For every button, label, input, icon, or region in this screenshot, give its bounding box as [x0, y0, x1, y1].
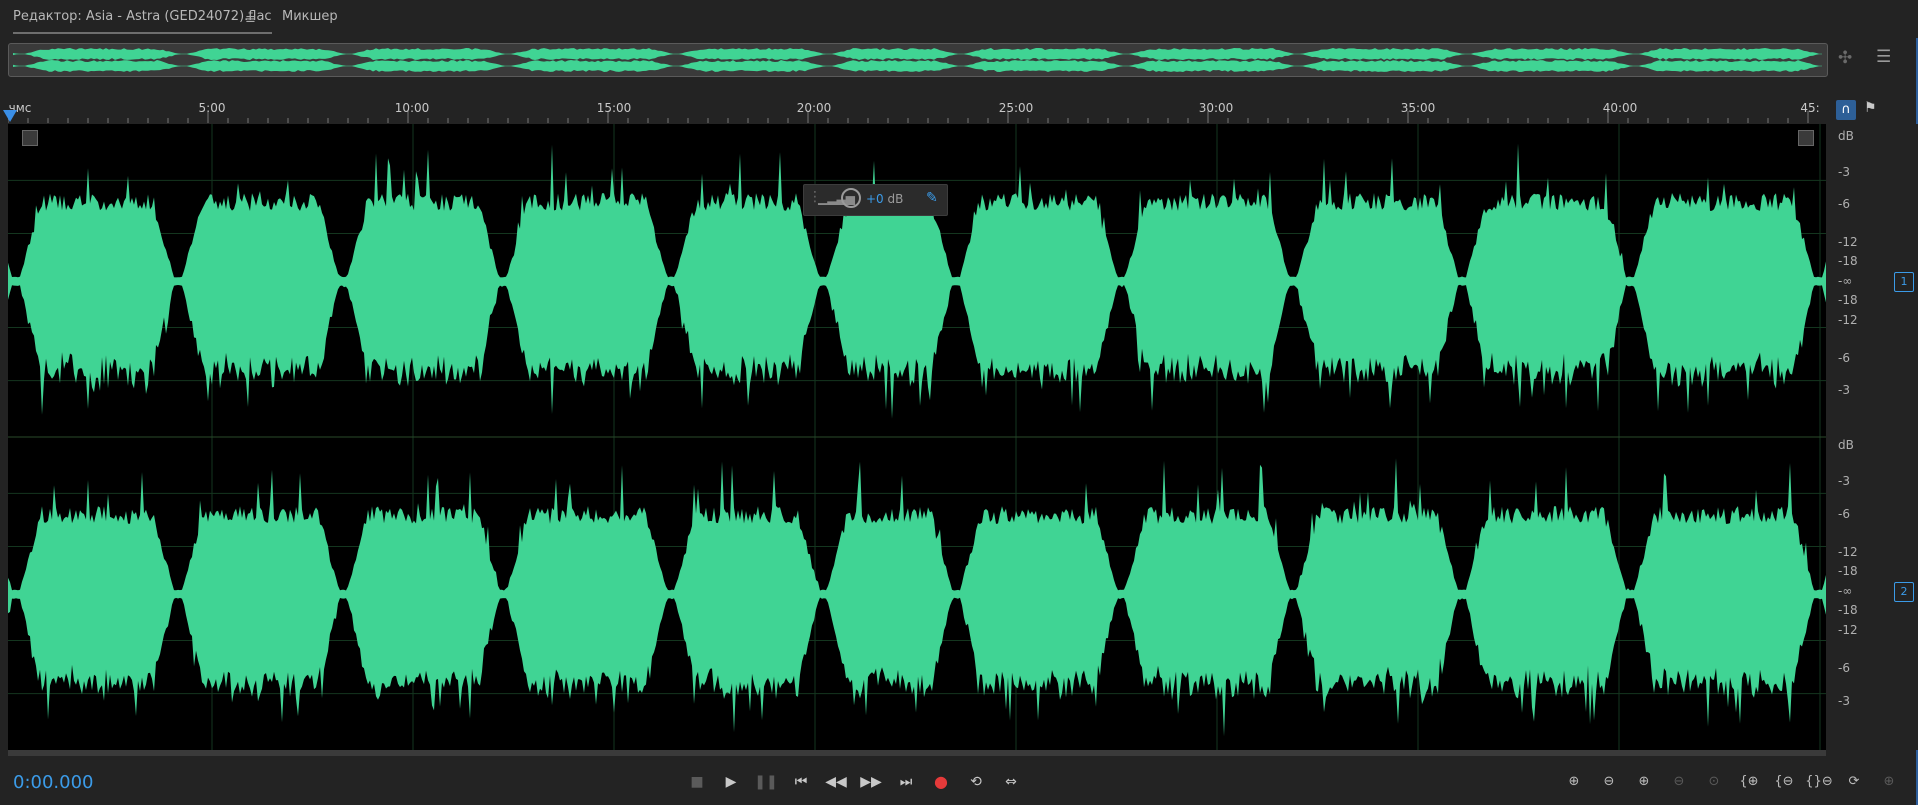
panel-menu-icon[interactable]: ☰ — [1876, 47, 1891, 67]
play-button[interactable]: ▶ — [718, 770, 744, 794]
db-tick: -6 — [1838, 507, 1850, 521]
db-tick: -12 — [1838, 235, 1858, 249]
rewind-button[interactable]: ◀◀ — [823, 770, 849, 794]
ruler-label: 45: — [1800, 101, 1820, 115]
waveform-channels — [8, 124, 1826, 750]
tab-editor[interactable]: Редактор: Asia - Astra (GED24072).flac — [13, 9, 272, 34]
ruler-label: 25:00 — [998, 101, 1034, 115]
db-tick: -6 — [1838, 661, 1850, 675]
playhead-marker[interactable] — [3, 110, 17, 122]
horizontal-scrollbar[interactable] — [8, 750, 1826, 756]
headphones-icon[interactable]: ∩ — [1836, 100, 1856, 120]
zoom-in-left-button[interactable]: {⊕ — [1735, 770, 1763, 794]
ruler-label: 5:00 — [198, 101, 226, 115]
db-unit: dB — [1838, 438, 1854, 452]
waveform-overview[interactable] — [8, 43, 1828, 77]
zoom-out-right-button[interactable]: {}⊖ — [1805, 770, 1833, 794]
db-tick: -∞ — [1838, 274, 1853, 288]
fade-in-handle[interactable] — [22, 130, 38, 146]
fade-out-handle[interactable] — [1798, 130, 1814, 146]
time-ruler[interactable]: чмс 5:00 10:00 15:00 20:00 25:00 30:00 3… — [8, 96, 1826, 123]
db-tick: -3 — [1838, 383, 1850, 397]
zoom-navigator-icon[interactable]: ✣ — [1838, 48, 1852, 68]
zoom-selection-button[interactable]: ⊙ — [1700, 770, 1728, 794]
channel-2-waveform — [8, 458, 1826, 737]
db-tick: -12 — [1838, 623, 1858, 637]
db-tick: -3 — [1838, 165, 1850, 179]
skip-selection-button[interactable]: ⇔ — [998, 770, 1024, 794]
overview-waveform — [13, 48, 1822, 72]
zoom-in-time-button[interactable]: ⊕ — [1630, 770, 1658, 794]
db-tick: -18 — [1838, 254, 1858, 268]
db-tick: -12 — [1838, 545, 1858, 559]
hud-db-value: +0 — [866, 192, 884, 206]
channel-1-badge[interactable]: 1 — [1894, 272, 1914, 292]
volume-knob-icon[interactable] — [841, 188, 861, 208]
db-tick: -18 — [1838, 293, 1858, 307]
channel-2-badge[interactable]: 2 — [1894, 582, 1914, 602]
pause-button[interactable]: ❚❚ — [753, 770, 779, 794]
db-tick: -3 — [1838, 694, 1850, 708]
zoom-disabled-button[interactable]: ⊕ — [1875, 770, 1903, 794]
skip-forward-button[interactable]: ⏭ — [893, 770, 919, 794]
loop-button[interactable]: ⟲ — [963, 770, 989, 794]
amplitude-hud[interactable]: ⋮ ▁▂▃▅ +0 dB ✎ — [803, 184, 948, 216]
overview-channel-1 — [13, 48, 1822, 60]
db-tick: -12 — [1838, 313, 1858, 327]
db-tick: -18 — [1838, 564, 1858, 578]
hud-db-unit: dB — [887, 192, 904, 206]
zoom-out-amplitude-button[interactable]: ⊖ — [1595, 770, 1623, 794]
db-tick: -6 — [1838, 351, 1850, 365]
db-tick: -∞ — [1838, 584, 1853, 598]
pin-icon[interactable]: ✎ — [926, 190, 938, 206]
ruler-label: 35:00 — [1400, 101, 1436, 115]
zoom-in-amplitude-button[interactable]: ⊕ — [1560, 770, 1588, 794]
db-scale: dB -3 -6 -12 -18 -∞ -18 -12 -6 -3 1 dB -… — [1828, 124, 1918, 750]
db-tick: -18 — [1838, 603, 1858, 617]
fast-forward-button[interactable]: ▶▶ — [858, 770, 884, 794]
ruler-label: 15:00 — [596, 101, 632, 115]
marker-icon[interactable]: ⚑ — [1864, 100, 1877, 116]
ruler-label: 30:00 — [1198, 101, 1234, 115]
hud-db-readout: +0 dB — [866, 192, 903, 206]
stop-button[interactable]: ■ — [684, 770, 710, 794]
db-unit: dB — [1838, 129, 1854, 143]
zoom-reset-button[interactable]: ⟳ — [1840, 770, 1868, 794]
ruler-label: 10:00 — [394, 101, 430, 115]
db-tick: -6 — [1838, 197, 1850, 211]
ruler-label: 40:00 — [1602, 101, 1638, 115]
ruler-ticks — [8, 111, 1809, 123]
record-button[interactable]: ● — [928, 770, 954, 794]
timecode-display[interactable]: 0:00.000 — [13, 772, 94, 793]
db-tick: -3 — [1838, 474, 1850, 488]
waveform-display[interactable] — [8, 124, 1826, 750]
zoom-out-left-button[interactable]: {⊖ — [1770, 770, 1798, 794]
zoom-out-full-button[interactable]: ⊖ — [1665, 770, 1693, 794]
overview-channel-2 — [13, 60, 1822, 72]
ruler-label: 20:00 — [796, 101, 832, 115]
tab-mixer[interactable]: Микшер — [282, 9, 338, 24]
hamburger-icon[interactable]: ≡ — [245, 12, 256, 27]
skip-back-button[interactable]: ⏮ — [788, 770, 814, 794]
tab-bar: Редактор: Asia - Astra (GED24072).flac ≡… — [0, 0, 1918, 38]
